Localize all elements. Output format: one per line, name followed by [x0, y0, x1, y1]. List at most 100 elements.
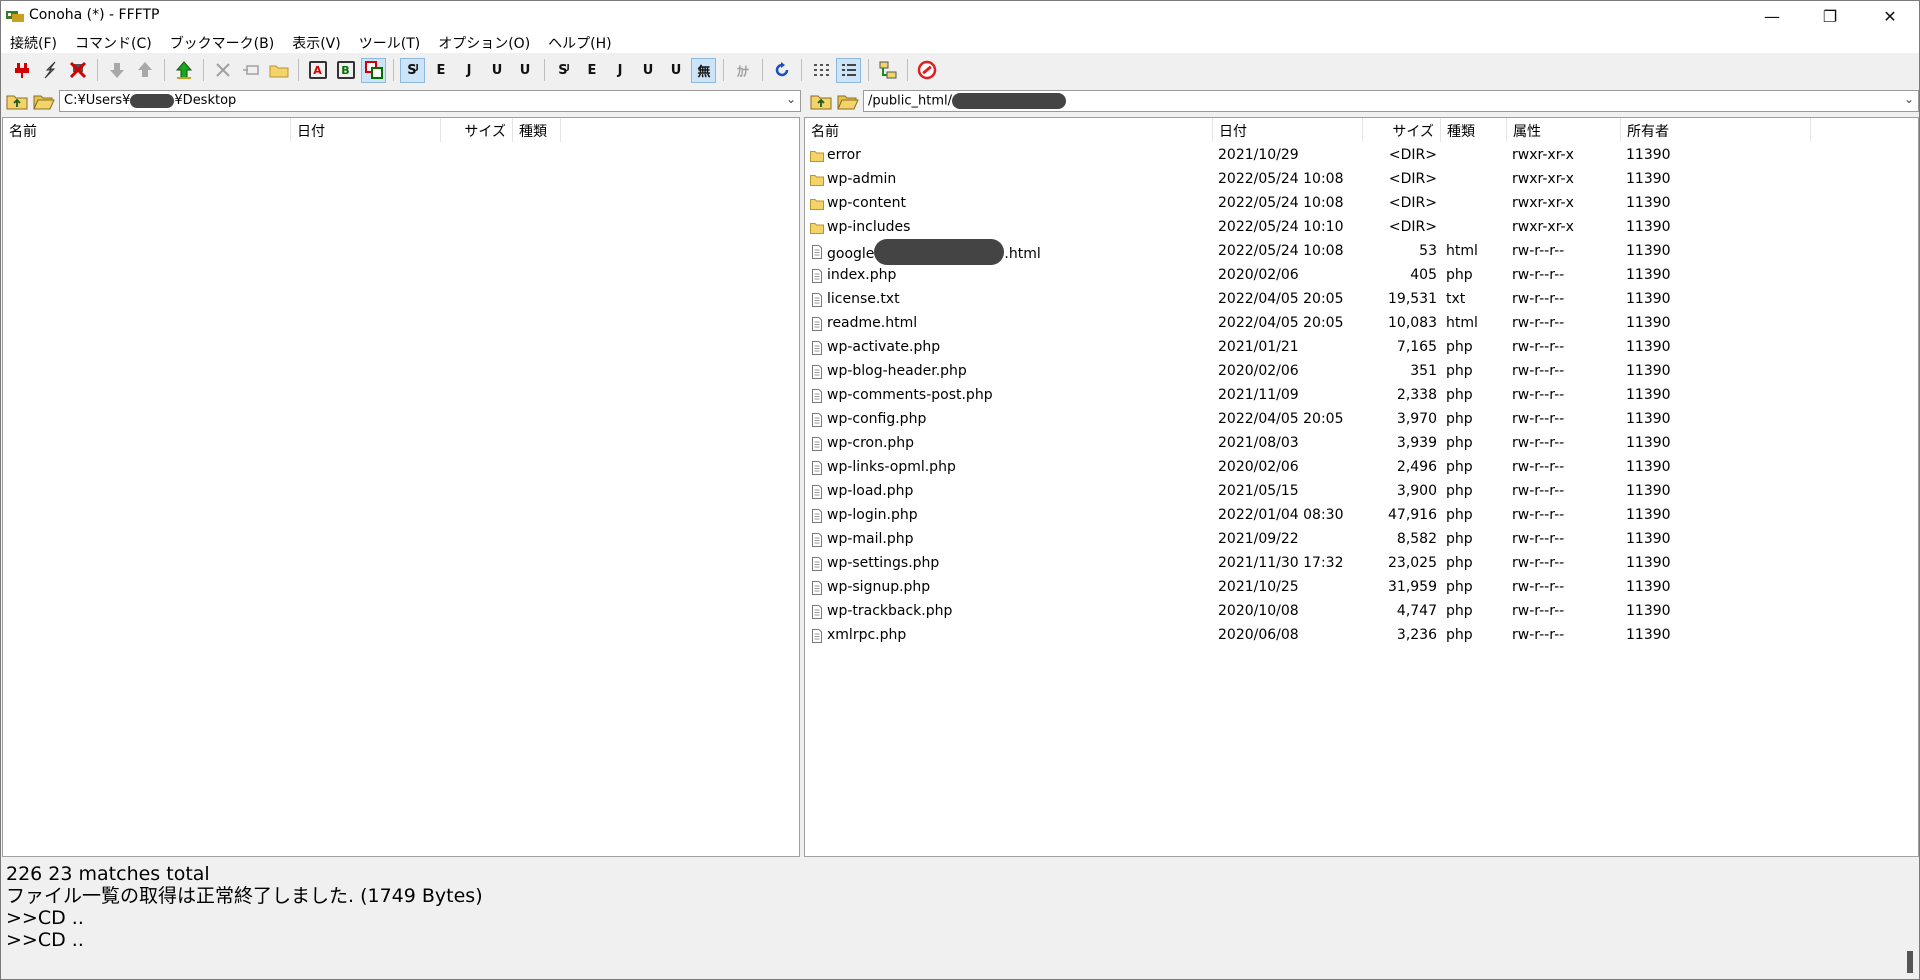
menu-connect[interactable]: 接続(F) [1, 31, 66, 53]
file-name: license.txt [827, 291, 900, 307]
host-kanji-euc-button[interactable]: E [428, 58, 453, 83]
host-kanji-jis-button[interactable]: J [456, 58, 481, 83]
local-col-date[interactable]: 日付 [291, 118, 441, 142]
local-kanji-utf8n-button[interactable]: U [635, 58, 660, 83]
minimize-button[interactable]: — [1749, 1, 1795, 31]
remote-col-name[interactable]: 名前 [805, 118, 1213, 142]
download-button[interactable] [104, 58, 129, 83]
table-row[interactable]: wp-links-opml.php 2020/02/06 2,496 php rw-r-… [805, 456, 1918, 480]
maximize-button[interactable]: ❐ [1807, 1, 1853, 31]
local-path-input[interactable]: C:¥Users¥ ¥Desktop ⌄ [59, 90, 801, 112]
file-name: readme.html [827, 315, 918, 331]
host-kanji-utf8-button[interactable]: U [512, 58, 537, 83]
file-name: xmlrpc.php [827, 627, 907, 643]
folder-up-icon [6, 95, 28, 110]
log-scrollbar[interactable] [1907, 951, 1913, 973]
table-row[interactable]: wp-comments-post.php 2021/11/09 2,338 php rw… [805, 384, 1918, 408]
table-row[interactable]: wp-admin 2022/05/24 10:08 <DIR> rwxr-xr-x 11… [805, 168, 1918, 192]
local-kanji-sjis-button[interactable]: Sᴶ [551, 58, 576, 83]
table-row[interactable]: xmlrpc.php 2020/06/08 3,236 php rw-r--r-- 113… [805, 624, 1918, 648]
table-row[interactable]: index.php 2020/02/06 405 php rw-r--r-- 11390 [805, 264, 1918, 288]
table-row[interactable]: wp-load.php 2021/05/15 3,900 php rw-r--r-- 11… [805, 480, 1918, 504]
table-row[interactable]: wp-login.php 2022/01/04 08:30 47,916 php rw-… [805, 504, 1918, 528]
upload-button[interactable] [132, 58, 157, 83]
disconnect-button[interactable] [65, 58, 90, 83]
file-owner: 11390 [1626, 291, 1671, 307]
table-row[interactable]: wp-cron.php 2021/08/03 3,939 php rw-r--r-- 11… [805, 432, 1918, 456]
local-col-size[interactable]: サイズ [441, 118, 513, 142]
kana-convert-button[interactable]: ｶﾅ [730, 58, 755, 83]
menu-options[interactable]: オプション(O) [429, 31, 539, 53]
file-type: php [1446, 387, 1473, 403]
menu-tools[interactable]: ツール(T) [350, 31, 429, 53]
remote-col-owner[interactable]: 所有者 [1621, 118, 1811, 142]
rename-icon [242, 65, 259, 75]
arrow-up-icon [137, 62, 152, 77]
abort-button[interactable] [914, 58, 939, 83]
table-row[interactable]: wp-config.php 2022/04/05 20:05 3,970 php rw-… [805, 408, 1918, 432]
remote-col-date[interactable]: 日付 [1213, 118, 1363, 142]
local-kanji-euc-button[interactable]: E [579, 58, 604, 83]
table-row[interactable]: wp-content 2022/05/24 10:08 <DIR> rwxr-xr-x… [805, 192, 1918, 216]
local-kanji-jis-button[interactable]: J [607, 58, 632, 83]
table-row[interactable]: readme.html 2022/04/05 20:05 10,083 html rw-… [805, 312, 1918, 336]
menu-command[interactable]: コマンド(C) [66, 31, 161, 53]
file-owner: 11390 [1626, 603, 1671, 619]
remote-col-attr[interactable]: 属性 [1507, 118, 1621, 142]
file-owner: 11390 [1626, 459, 1671, 475]
refresh-button[interactable] [769, 58, 794, 83]
host-kanji-utf8n-button[interactable]: U [484, 58, 509, 83]
local-col-name[interactable]: 名前 [3, 118, 291, 142]
table-row[interactable]: license.txt 2022/04/05 20:05 19,531 txt rw-r… [805, 288, 1918, 312]
remote-open-folder-button[interactable] [836, 90, 860, 112]
local-kanji-utf8-button[interactable]: U [663, 58, 688, 83]
detail-view-button[interactable] [836, 57, 861, 83]
file-date: 2020/02/06 [1218, 459, 1299, 475]
remote-col-type[interactable]: 種類 [1441, 118, 1507, 142]
quick-connect-button[interactable] [37, 58, 62, 83]
menu-bookmark[interactable]: ブックマーク(B) [161, 31, 284, 53]
chevron-down-icon[interactable]: ⌄ [1904, 92, 1914, 106]
toolbar: A B Sᴶ E J U U Sᴶ E J U U 無 ｶﾅ [1, 55, 1919, 85]
remote-up-folder-button[interactable] [809, 90, 833, 112]
local-open-folder-button[interactable] [32, 90, 56, 112]
auto-mode-button[interactable] [361, 57, 386, 83]
table-row[interactable]: wp-mail.php 2021/09/22 8,582 php rw-r--r-- 11… [805, 528, 1918, 552]
remote-path-input[interactable]: /public_html/ ⌄ [863, 90, 1919, 112]
sync-folder-button[interactable] [875, 58, 900, 83]
binary-mode-button[interactable]: B [333, 58, 358, 83]
no-conversion-button[interactable]: 無 [691, 57, 716, 83]
list-view-button[interactable] [808, 58, 833, 83]
local-up-folder-button[interactable] [5, 90, 29, 112]
plug-connect-icon [14, 63, 29, 78]
close-button[interactable]: ✕ [1867, 1, 1913, 31]
file-attr: rw-r--r-- [1512, 267, 1565, 283]
ascii-mode-button[interactable]: A [305, 58, 330, 83]
table-row[interactable]: google .html 2022/05/24 10:08 53 html rw-r--r… [805, 239, 1918, 265]
file-icon [812, 509, 822, 523]
remote-file-list[interactable]: 名前 日付 サイズ 種類 属性 所有者 error 2021/10/29 <DIR>… [804, 117, 1919, 857]
file-date: 2022/04/05 20:05 [1218, 411, 1344, 427]
remote-col-size[interactable]: サイズ [1363, 118, 1441, 142]
table-row[interactable]: wp-signup.php 2021/10/25 31,959 php rw-r--r-… [805, 576, 1918, 600]
local-col-type[interactable]: 種類 [513, 118, 561, 142]
rename-button[interactable] [238, 58, 263, 83]
local-file-list[interactable]: 名前 日付 サイズ 種類 [2, 117, 800, 857]
table-row[interactable]: wp-settings.php 2021/11/30 17:32 23,025 php… [805, 552, 1918, 576]
folder-icon [810, 199, 824, 210]
table-row[interactable]: error 2021/10/29 <DIR> rwxr-xr-x 11390 [805, 144, 1918, 168]
table-row[interactable]: wp-trackback.php 2020/10/08 4,747 php rw-r--… [805, 600, 1918, 624]
table-row[interactable]: wp-blog-header.php 2020/02/06 351 php rw-r--… [805, 360, 1918, 384]
host-kanji-sjis-button[interactable]: Sᴶ [400, 57, 425, 83]
file-date: 2022/05/24 10:10 [1218, 219, 1344, 235]
log-panel[interactable]: 226 23 matches total ファイル一覧の取得は正常終了しました.… [2, 861, 1919, 979]
connect-button[interactable] [9, 58, 34, 83]
chevron-down-icon[interactable]: ⌄ [786, 92, 796, 106]
table-row[interactable]: wp-includes 2022/05/24 10:10 <DIR> rwxr-xr-… [805, 216, 1918, 240]
menu-help[interactable]: ヘルプ(H) [539, 31, 620, 53]
delete-button[interactable] [210, 58, 235, 83]
table-row[interactable]: wp-activate.php 2021/01/21 7,165 php rw-r--r… [805, 336, 1918, 360]
menu-view[interactable]: 表示(V) [283, 31, 350, 53]
mirror-upload-button[interactable] [171, 58, 196, 83]
mkdir-button[interactable] [266, 58, 291, 83]
